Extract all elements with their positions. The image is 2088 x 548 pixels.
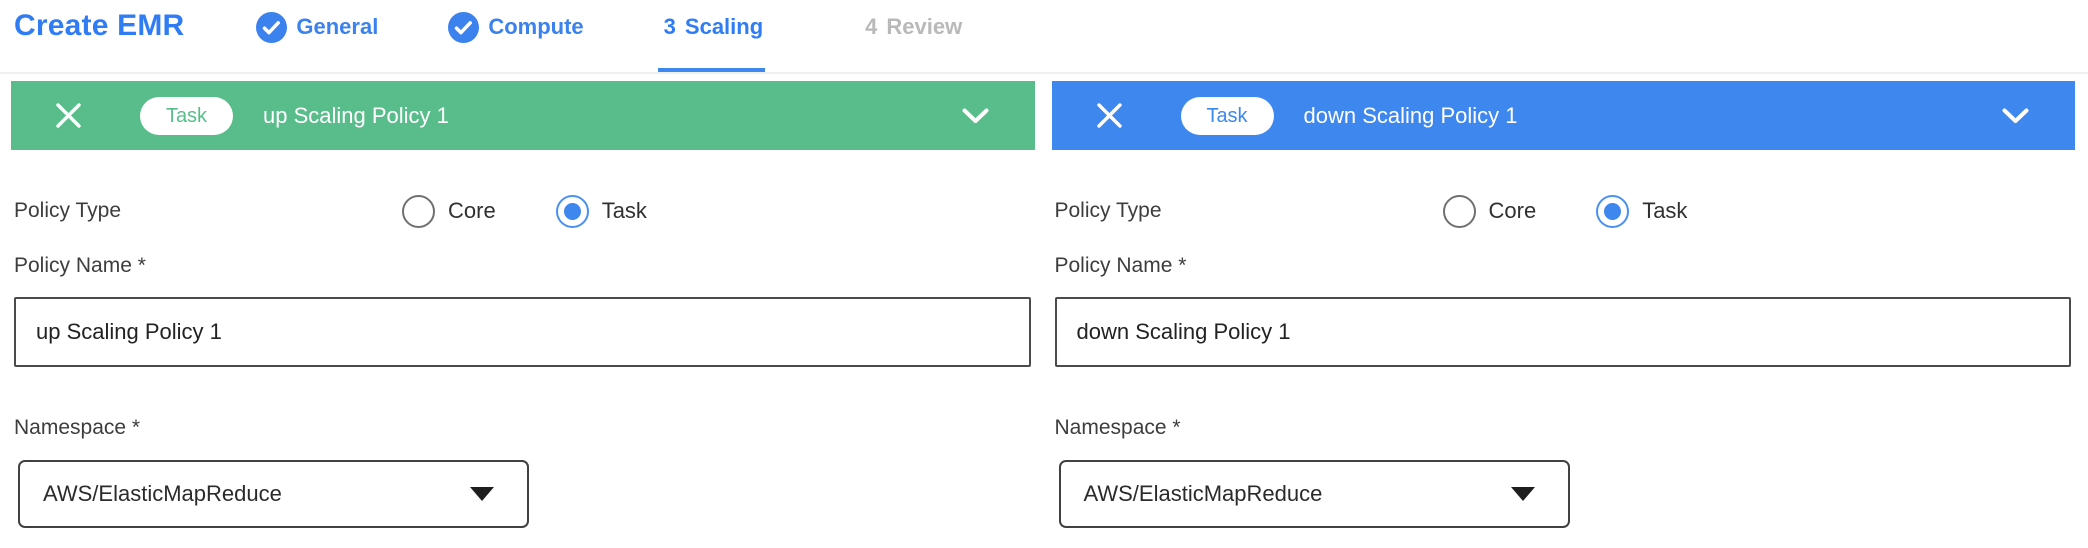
policy-name-input[interactable] [1055,297,2072,367]
step-review[interactable]: 4 Review [865,0,962,72]
policy-card-header[interactable]: Task down Scaling Policy 1 [1052,81,2076,150]
policy-card-title: up Scaling Policy 1 [263,103,449,129]
policy-type-badge: Task [140,97,233,135]
step-compute[interactable]: Compute [448,0,583,72]
policy-type-radio-group: Core Task [1443,194,1688,228]
policy-type-row: Policy Type Core Task [1055,194,2076,228]
radio-core-circle[interactable] [1443,195,1476,228]
policy-name-label: Policy Name * [1055,254,2076,278]
policy-name-input[interactable] [14,297,1031,367]
close-icon[interactable] [1094,100,1125,131]
policy-card-header[interactable]: Task up Scaling Policy 1 [11,81,1035,150]
step-label: Compute [488,14,583,40]
radio-task[interactable]: Task [1596,195,1687,228]
dropdown-arrow-icon [1511,487,1535,501]
dropdown-arrow-icon [470,487,494,501]
namespace-select[interactable]: AWS/ElasticMapReduce [1059,460,1570,528]
policy-card-down: Task down Scaling Policy 1 Policy Type C… [1052,81,2076,528]
namespace-label: Namespace * [14,416,1035,440]
check-circle-icon [448,12,479,43]
radio-core[interactable]: Core [402,195,496,228]
radio-task-label: Task [1642,198,1687,224]
chevron-down-icon[interactable] [2002,108,2029,124]
radio-core-label: Core [448,198,496,224]
policy-type-row: Policy Type Core Task [14,194,1035,228]
namespace-select[interactable]: AWS/ElasticMapReduce [18,460,529,528]
radio-task-label: Task [602,198,647,224]
step-number: 3 [664,14,676,40]
namespace-label: Namespace * [1055,416,2076,440]
namespace-selected-value: AWS/ElasticMapReduce [43,481,282,507]
policy-type-radio-group: Core Task [402,194,647,228]
step-label: General [296,14,378,40]
radio-core[interactable]: Core [1443,195,1537,228]
step-general[interactable]: General [256,0,378,72]
namespace-selected-value: AWS/ElasticMapReduce [1084,481,1323,507]
step-number: 4 [865,14,877,40]
radio-task-circle[interactable] [1596,195,1629,228]
step-label: Review [886,14,962,40]
policy-type-label: Policy Type [14,199,121,223]
policy-type-label: Policy Type [1055,199,1162,223]
chevron-down-icon[interactable] [962,108,989,124]
check-circle-icon [256,12,287,43]
step-label: Scaling [685,14,763,40]
policy-type-badge: Task [1181,97,1274,135]
radio-core-circle[interactable] [402,195,435,228]
step-scaling[interactable]: 3 Scaling [664,0,764,72]
radio-task[interactable]: Task [556,195,647,228]
policy-name-label: Policy Name * [14,254,1035,278]
page-title: Create EMR [14,0,184,72]
scaling-policies-container: Task up Scaling Policy 1 Policy Type Cor… [0,81,2088,528]
close-icon[interactable] [53,100,84,131]
wizard-header: Create EMR General Compute 3 Scaling 4 R… [0,0,2088,74]
radio-task-circle[interactable] [556,195,589,228]
policy-card-up: Task up Scaling Policy 1 Policy Type Cor… [11,81,1035,528]
policy-card-title: down Scaling Policy 1 [1304,103,1518,129]
radio-core-label: Core [1489,198,1537,224]
